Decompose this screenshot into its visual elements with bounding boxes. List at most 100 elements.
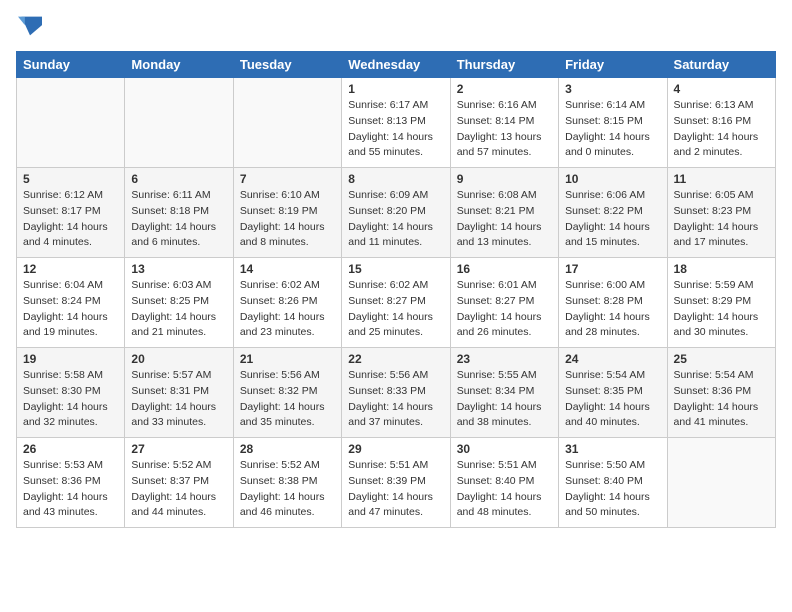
calendar-cell: 3 Sunrise: 6:14 AM Sunset: 8:15 PM Dayli… [559,78,667,168]
day-number: 11 [674,172,769,186]
calendar-header-wednesday: Wednesday [342,52,450,78]
calendar-week-row: 1 Sunrise: 6:17 AM Sunset: 8:13 PM Dayli… [17,78,776,168]
day-number: 22 [348,352,443,366]
daylight-text: Daylight: 14 hours and 2 minutes. [674,131,759,159]
calendar-cell: 17 Sunrise: 6:00 AM Sunset: 8:28 PM Dayl… [559,258,667,348]
day-info: Sunrise: 6:05 AM Sunset: 8:23 PM Dayligh… [674,188,769,251]
sunset-text: Sunset: 8:19 PM [240,205,318,217]
sunset-text: Sunset: 8:31 PM [131,385,209,397]
daylight-text: Daylight: 14 hours and 32 minutes. [23,401,108,429]
sunset-text: Sunset: 8:24 PM [23,295,101,307]
calendar-header-thursday: Thursday [450,52,558,78]
sunset-text: Sunset: 8:16 PM [674,115,752,127]
sunrise-text: Sunrise: 5:56 AM [348,369,428,381]
sunset-text: Sunset: 8:29 PM [674,295,752,307]
sunrise-text: Sunrise: 5:58 AM [23,369,103,381]
daylight-text: Daylight: 14 hours and 4 minutes. [23,221,108,249]
day-number: 5 [23,172,118,186]
day-number: 25 [674,352,769,366]
sunset-text: Sunset: 8:15 PM [565,115,643,127]
calendar-table: SundayMondayTuesdayWednesdayThursdayFrid… [16,51,776,528]
daylight-text: Daylight: 14 hours and 0 minutes. [565,131,650,159]
sunrise-text: Sunrise: 6:00 AM [565,279,645,291]
sunrise-text: Sunrise: 6:08 AM [457,189,537,201]
calendar-header-friday: Friday [559,52,667,78]
day-info: Sunrise: 6:10 AM Sunset: 8:19 PM Dayligh… [240,188,335,251]
sunrise-text: Sunrise: 6:03 AM [131,279,211,291]
calendar-cell [233,78,341,168]
calendar-cell: 18 Sunrise: 5:59 AM Sunset: 8:29 PM Dayl… [667,258,775,348]
day-number: 21 [240,352,335,366]
sunset-text: Sunset: 8:21 PM [457,205,535,217]
day-number: 1 [348,82,443,96]
sunset-text: Sunset: 8:27 PM [348,295,426,307]
sunrise-text: Sunrise: 6:01 AM [457,279,537,291]
calendar-cell [125,78,233,168]
daylight-text: Daylight: 14 hours and 55 minutes. [348,131,433,159]
daylight-text: Daylight: 14 hours and 8 minutes. [240,221,325,249]
daylight-text: Daylight: 14 hours and 15 minutes. [565,221,650,249]
calendar-cell: 10 Sunrise: 6:06 AM Sunset: 8:22 PM Dayl… [559,168,667,258]
calendar-cell: 25 Sunrise: 5:54 AM Sunset: 8:36 PM Dayl… [667,348,775,438]
calendar-cell: 24 Sunrise: 5:54 AM Sunset: 8:35 PM Dayl… [559,348,667,438]
sunrise-text: Sunrise: 5:59 AM [674,279,754,291]
sunrise-text: Sunrise: 6:13 AM [674,99,754,111]
day-number: 26 [23,442,118,456]
day-number: 28 [240,442,335,456]
sunrise-text: Sunrise: 6:11 AM [131,189,210,201]
day-number: 29 [348,442,443,456]
sunrise-text: Sunrise: 5:52 AM [131,459,211,471]
daylight-text: Daylight: 14 hours and 11 minutes. [348,221,433,249]
sunrise-text: Sunrise: 5:56 AM [240,369,320,381]
calendar-cell: 26 Sunrise: 5:53 AM Sunset: 8:36 PM Dayl… [17,438,125,528]
day-info: Sunrise: 6:00 AM Sunset: 8:28 PM Dayligh… [565,278,660,341]
calendar-cell: 15 Sunrise: 6:02 AM Sunset: 8:27 PM Dayl… [342,258,450,348]
day-info: Sunrise: 5:56 AM Sunset: 8:32 PM Dayligh… [240,368,335,431]
calendar-cell: 6 Sunrise: 6:11 AM Sunset: 8:18 PM Dayli… [125,168,233,258]
day-number: 12 [23,262,118,276]
day-info: Sunrise: 5:58 AM Sunset: 8:30 PM Dayligh… [23,368,118,431]
calendar-cell: 29 Sunrise: 5:51 AM Sunset: 8:39 PM Dayl… [342,438,450,528]
sunrise-text: Sunrise: 6:16 AM [457,99,537,111]
sunrise-text: Sunrise: 6:02 AM [240,279,320,291]
day-number: 7 [240,172,335,186]
calendar-week-row: 12 Sunrise: 6:04 AM Sunset: 8:24 PM Dayl… [17,258,776,348]
day-number: 31 [565,442,660,456]
daylight-text: Daylight: 14 hours and 38 minutes. [457,401,542,429]
page-header [16,16,776,41]
calendar-header-saturday: Saturday [667,52,775,78]
sunrise-text: Sunrise: 6:14 AM [565,99,645,111]
sunset-text: Sunset: 8:18 PM [131,205,209,217]
calendar-cell: 5 Sunrise: 6:12 AM Sunset: 8:17 PM Dayli… [17,168,125,258]
logo-text [16,16,42,41]
sunset-text: Sunset: 8:13 PM [348,115,426,127]
day-number: 2 [457,82,552,96]
sunset-text: Sunset: 8:37 PM [131,475,209,487]
calendar-cell: 1 Sunrise: 6:17 AM Sunset: 8:13 PM Dayli… [342,78,450,168]
calendar-cell: 14 Sunrise: 6:02 AM Sunset: 8:26 PM Dayl… [233,258,341,348]
day-info: Sunrise: 6:03 AM Sunset: 8:25 PM Dayligh… [131,278,226,341]
day-number: 20 [131,352,226,366]
calendar-cell: 8 Sunrise: 6:09 AM Sunset: 8:20 PM Dayli… [342,168,450,258]
sunrise-text: Sunrise: 5:54 AM [674,369,754,381]
daylight-text: Daylight: 13 hours and 57 minutes. [457,131,542,159]
calendar-cell: 30 Sunrise: 5:51 AM Sunset: 8:40 PM Dayl… [450,438,558,528]
sunrise-text: Sunrise: 5:52 AM [240,459,320,471]
calendar-cell: 16 Sunrise: 6:01 AM Sunset: 8:27 PM Dayl… [450,258,558,348]
daylight-text: Daylight: 14 hours and 26 minutes. [457,311,542,339]
sunset-text: Sunset: 8:17 PM [23,205,101,217]
sunrise-text: Sunrise: 6:09 AM [348,189,428,201]
sunrise-text: Sunrise: 5:51 AM [457,459,537,471]
day-number: 23 [457,352,552,366]
calendar-cell: 7 Sunrise: 6:10 AM Sunset: 8:19 PM Dayli… [233,168,341,258]
daylight-text: Daylight: 14 hours and 44 minutes. [131,491,216,519]
daylight-text: Daylight: 14 hours and 21 minutes. [131,311,216,339]
day-number: 8 [348,172,443,186]
sunset-text: Sunset: 8:28 PM [565,295,643,307]
day-info: Sunrise: 5:54 AM Sunset: 8:35 PM Dayligh… [565,368,660,431]
day-number: 18 [674,262,769,276]
daylight-text: Daylight: 14 hours and 17 minutes. [674,221,759,249]
sunset-text: Sunset: 8:32 PM [240,385,318,397]
day-number: 9 [457,172,552,186]
day-info: Sunrise: 6:16 AM Sunset: 8:14 PM Dayligh… [457,98,552,161]
